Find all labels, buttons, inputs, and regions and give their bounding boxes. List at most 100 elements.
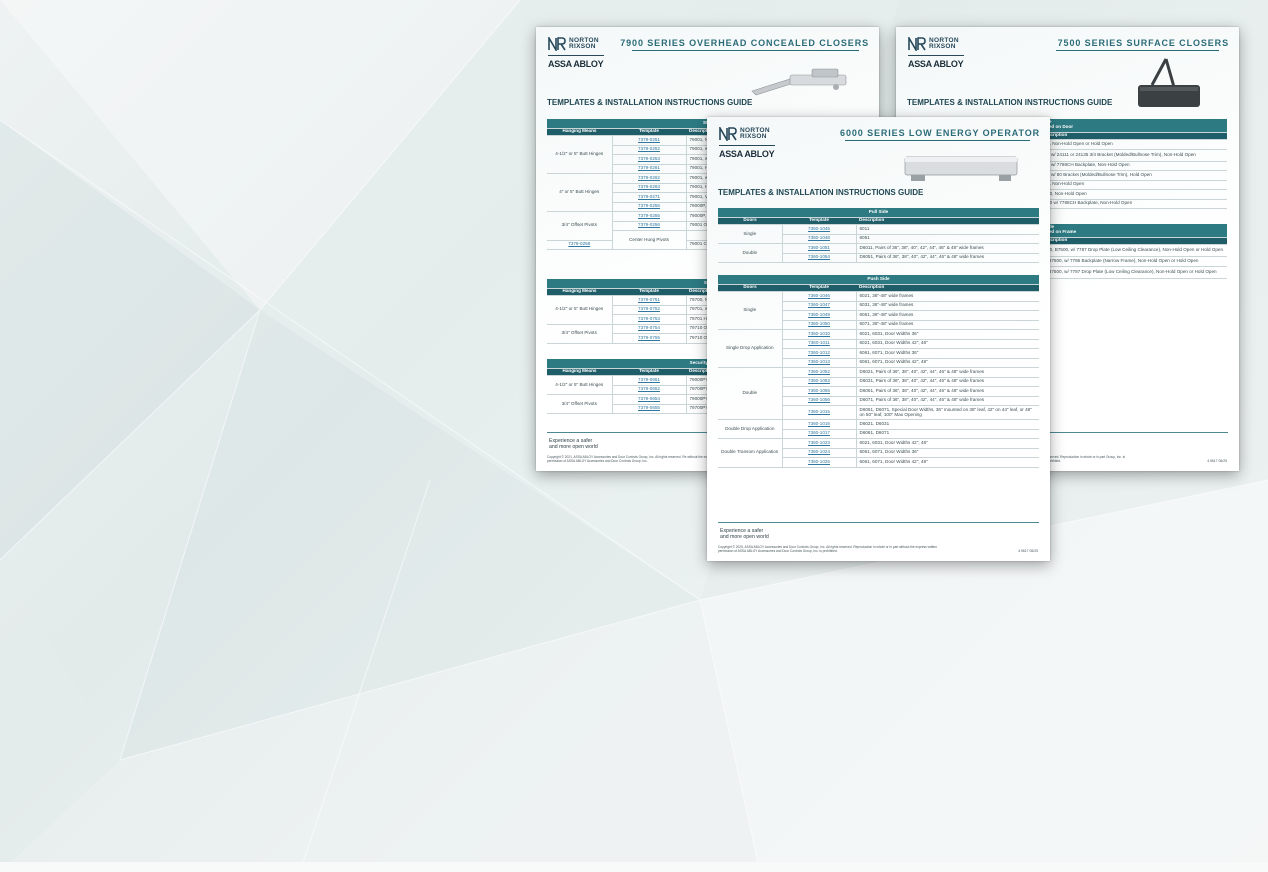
concealed-closer-arm-icon	[751, 68, 847, 96]
row-description: 6061, 6071, Door Widths 36"	[856, 348, 1039, 359]
row-group-label: Double	[718, 367, 783, 420]
assa-abloy-logo: ASSA ABLOY	[908, 59, 964, 69]
row-group-label: Single	[718, 291, 783, 330]
copyright-notice: Copyright © 2021, ASSA ABLOY Accessories…	[547, 455, 726, 463]
template-link[interactable]: 7360-1015	[782, 405, 857, 420]
table-row: Single 7360-1046 6021, 36"-48" wide frames	[718, 291, 1039, 330]
template-link[interactable]: 7379-0751	[612, 295, 687, 306]
assa-abloy-logo: ASSA ABLOY	[548, 59, 604, 69]
logo-line-2: RIXSON	[569, 43, 596, 50]
template-link[interactable]: 7379-0252	[612, 145, 687, 155]
column-header: Template	[782, 284, 856, 292]
row-description: D6061, Pairs of 36", 38", 40", 42", 44",…	[856, 386, 1039, 397]
table-row: Double Transom Application 7360-1023 6021,…	[718, 438, 1039, 468]
template-link[interactable]: 7360-1012	[782, 348, 857, 359]
banner-line-2: r Mounted on Frame	[1032, 229, 1077, 235]
column-header: Template	[612, 128, 686, 136]
table-header-row: Doors Template Description	[718, 284, 1039, 292]
row-group-label: 3/4" Offset Pivots	[547, 394, 613, 414]
row-description: 6021, 36"-48" wide frames	[856, 291, 1039, 302]
column-header: Hanging Means	[547, 128, 612, 136]
guide-title: TEMPLATES & INSTALLATION INSTRUCTIONS GU…	[718, 188, 924, 197]
template-link[interactable]: 7379-0258	[547, 240, 613, 250]
series-title: 7500 SERIES SURFACE CLOSERS	[1057, 38, 1229, 48]
table-row: Single 7360-1045 6011	[718, 224, 1039, 244]
template-link[interactable]: 7379-0752	[612, 305, 687, 315]
assa-abloy-logo: ASSA ABLOY	[719, 149, 775, 159]
table-row: Single Drop Application 7360-1010 6021, 60…	[718, 329, 1039, 368]
template-link[interactable]: 7360-1053	[782, 377, 857, 387]
column-header: Hanging Means	[547, 288, 612, 296]
copyright-notice: Copyright © 2025, ASSA ABLOY Accessories…	[718, 545, 937, 553]
template-link[interactable]: 7360-1048	[782, 234, 857, 244]
template-link[interactable]: 7379-0654	[612, 394, 687, 405]
row-description: 6071, 36"-48" wide frames	[856, 320, 1039, 330]
row-description: 6061, 6071, Door Widths 42", 48"	[856, 358, 1039, 368]
template-link[interactable]: 7379-0651	[612, 375, 687, 386]
template-link[interactable]: 7360-1011	[782, 339, 857, 349]
template-link[interactable]: 7379-0755	[612, 333, 687, 344]
template-link[interactable]: 7360-1046	[782, 291, 857, 302]
template-link[interactable]: 7360-1023	[782, 438, 857, 449]
table-row: Double 7360-1052 D6021, Pairs of 36", 38",…	[718, 367, 1039, 420]
document-code: 4.9617 06/25	[1018, 549, 1038, 553]
row-description: D6071, Pairs of 36", 38", 40", 42", 44",…	[856, 396, 1039, 406]
template-link[interactable]: 7360-1010	[782, 329, 857, 340]
table-row: Double 7360-1051 D6011, Pairs of 36", 38",…	[718, 243, 1039, 263]
template-link[interactable]: 7360-1017	[782, 429, 857, 439]
row-group-label: Single Drop Application	[718, 329, 783, 368]
row-group-label: Double	[718, 243, 783, 263]
template-link[interactable]: 7379-0262	[612, 173, 687, 184]
column-header: Description	[856, 217, 1039, 225]
template-link[interactable]: 7360-1025	[782, 457, 857, 468]
guide-title: TEMPLATES & INSTALLATION INSTRUCTIONS GU…	[547, 98, 753, 107]
row-description: D6051, Pairs of 36", 38", 40", 42", 44",…	[856, 253, 1039, 263]
surface-closer-icon	[1138, 58, 1200, 107]
template-link[interactable]: 7379-0255	[612, 211, 687, 222]
footer-tagline: Experience a safer and more open world	[549, 438, 598, 450]
row-group-label: 4-1/2" or 5" Butt Hinges	[547, 295, 613, 325]
column-header: Doors	[718, 217, 782, 225]
template-link[interactable]: 7379-0256	[612, 202, 687, 212]
template-link[interactable]: 7379-0261	[612, 164, 687, 174]
template-link[interactable]: 7379-0271	[612, 192, 687, 203]
template-link[interactable]: 7379-0263	[612, 183, 687, 193]
template-link[interactable]: 7379-0251	[612, 135, 687, 146]
template-link[interactable]: 7360-1016	[782, 419, 857, 430]
copyright-notice: reserved. Reproduction in whole or in pa…	[1046, 455, 1126, 463]
template-link[interactable]: 7360-1054	[782, 253, 857, 263]
row-description: 6051	[856, 234, 1039, 244]
template-link[interactable]: 7379-0655	[612, 404, 687, 414]
template-link[interactable]: 7379-0256	[612, 221, 687, 231]
template-link[interactable]: 7379-0754	[612, 324, 687, 334]
banner-line-2: r Mounted on Door	[1032, 124, 1074, 130]
row-description: 6021, 6031, Door Widths 42", 48"	[856, 339, 1039, 349]
template-link[interactable]: 7360-1024	[782, 448, 857, 458]
template-link[interactable]: 7360-1013	[782, 358, 857, 368]
template-link[interactable]: 7360-1049	[782, 310, 857, 321]
nr-monogram-icon	[548, 37, 566, 51]
template-link[interactable]: 7379-0253	[612, 154, 687, 165]
template-link[interactable]: 7379-0652	[612, 385, 687, 395]
guide-title: TEMPLATES & INSTALLATION INSTRUCTIONS GU…	[907, 98, 1113, 107]
row-group-label: 4" or 5" Butt Hinges	[547, 173, 613, 212]
row-group-label: Single	[718, 224, 783, 244]
column-header: Doors	[718, 284, 782, 292]
template-link[interactable]: 7360-1050	[782, 320, 857, 330]
template-link[interactable]: 7360-1052	[782, 367, 857, 378]
template-link[interactable]: 7379-0753	[612, 314, 687, 325]
table-row: Double Drop Application 7360-1016 D6021, D…	[718, 419, 1039, 439]
document-code: 4.9617 06/25	[1207, 459, 1227, 463]
template-link[interactable]: 7360-1051	[782, 243, 857, 254]
template-link[interactable]: 7360-1045	[782, 224, 857, 235]
row-description: D6021, Pairs of 36", 38", 40", 42", 44",…	[856, 367, 1039, 378]
nr-monogram-icon	[719, 127, 737, 141]
push-side-table: Push Side Doors Template Description Single 7…	[718, 275, 1039, 468]
table-banner: Push Side	[718, 275, 1039, 285]
template-link[interactable]: 7360-1047	[782, 301, 857, 311]
row-group-label: 4-1/2" or 5" Butt Hinges	[547, 375, 613, 395]
row-group-label: 3/4" Offset Pivots	[547, 211, 613, 241]
template-link[interactable]: 7360-1056	[782, 396, 857, 406]
column-header: Description	[856, 284, 1039, 292]
template-link[interactable]: 7360-1055	[782, 386, 857, 397]
